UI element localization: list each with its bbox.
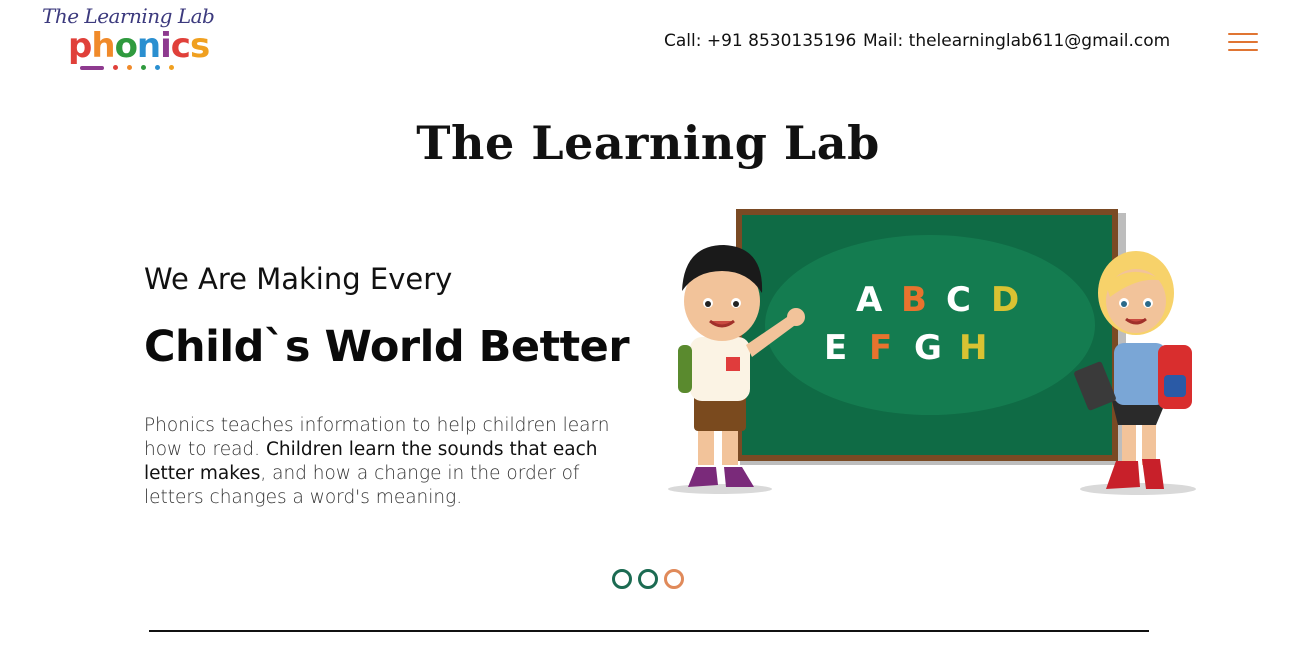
board-letter: G [914, 328, 942, 368]
board-letter: E [824, 328, 847, 368]
carousel-dot[interactable] [664, 569, 684, 589]
logo-text: The Learning Lab [42, 4, 215, 28]
mail-link[interactable]: Mail: thelearninglab611@gmail.com [863, 31, 1170, 51]
site-logo[interactable]: The Learning Lab phonics [42, 4, 222, 76]
section-divider [149, 630, 1149, 632]
logo-letter: o [114, 26, 138, 66]
chalkboard-children-illustration: A B C D E F G H [668, 209, 1196, 495]
logo-bar [80, 65, 104, 70]
hero-description: Phonics teaches information to help chil… [144, 414, 644, 510]
call-link[interactable]: Call: +91 8530135196 [664, 31, 856, 51]
logo-dots [80, 65, 174, 70]
board-letter: B [901, 280, 927, 320]
carousel-dot[interactable] [638, 569, 658, 589]
logo-letter: n [136, 26, 161, 66]
logo-letter: h [91, 26, 115, 66]
menu-line [1228, 33, 1258, 35]
page-title: The Learning Lab [416, 116, 880, 170]
carousel-dot[interactable] [612, 569, 632, 589]
hero-headline: Child`s World Better [144, 322, 630, 372]
hamburger-menu-icon[interactable] [1224, 33, 1258, 53]
logo-phonics-word: phonics [68, 26, 210, 66]
logo-dot [169, 65, 174, 70]
logo-dot [141, 65, 146, 70]
board-letter: H [959, 328, 987, 368]
logo-letter: p [68, 26, 92, 66]
board-letter: F [869, 328, 892, 368]
logo-dot [113, 65, 118, 70]
logo-letter: c [170, 26, 191, 66]
chalk-smudge [765, 235, 1095, 415]
logo-letter: i [160, 26, 172, 66]
logo-dot [127, 65, 132, 70]
board-letter: C [946, 280, 971, 320]
board-letter: D [991, 280, 1019, 320]
menu-line [1228, 41, 1258, 43]
logo-dot [155, 65, 160, 70]
carousel-indicators [612, 569, 684, 589]
board-letter: A [856, 280, 883, 320]
menu-line [1228, 49, 1258, 51]
hero-subtitle: We Are Making Every [144, 262, 453, 296]
logo-letter: s [189, 26, 210, 66]
